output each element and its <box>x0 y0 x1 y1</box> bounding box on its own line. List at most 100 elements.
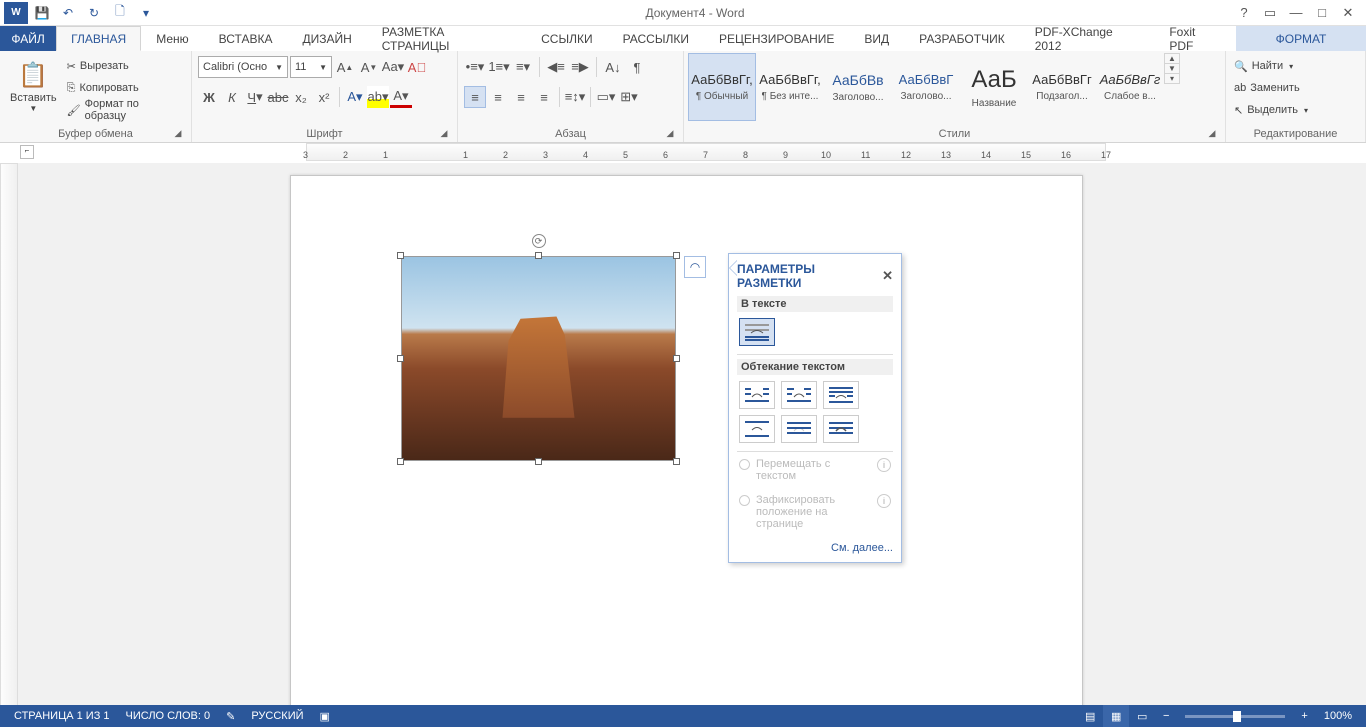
tab-developer[interactable]: РАЗРАБОТЧИК <box>904 26 1020 51</box>
zoom-level[interactable]: 100% <box>1316 705 1360 727</box>
highlight-button[interactable]: ab▾ <box>367 86 389 108</box>
ribbon-options-button[interactable]: ▭ <box>1258 2 1282 24</box>
tab-insert[interactable]: ВСТАВКА <box>204 26 288 51</box>
resize-handle-bm[interactable] <box>535 458 542 465</box>
close-button[interactable]: ✕ <box>1336 2 1360 24</box>
status-language[interactable]: РУССКИЙ <box>243 705 311 727</box>
italic-button[interactable]: К <box>221 86 243 108</box>
new-doc-button[interactable]: 🗋 <box>108 2 132 24</box>
wrap-behind[interactable] <box>781 415 817 443</box>
styles-scroll[interactable]: ▲▼▾ <box>1164 53 1180 84</box>
style-subtle[interactable]: АаБбВвГгСлабое в... <box>1096 53 1164 121</box>
grow-font-button[interactable]: A▲ <box>334 56 356 78</box>
document-area[interactable]: ⟳ ◠ ПАРАМЕТРЫ РАЗМЕТКИ✕ В тексте Обтекан… <box>18 163 1366 709</box>
info-icon[interactable]: i <box>877 494 891 508</box>
text-effects-button[interactable]: A▾ <box>344 86 366 108</box>
view-print-button[interactable]: ▦ <box>1103 705 1129 727</box>
wrap-tight[interactable] <box>781 381 817 409</box>
paste-button[interactable]: 📋 Вставить ▼ <box>4 53 63 121</box>
wrap-front[interactable] <box>823 415 859 443</box>
minimize-button[interactable]: — <box>1284 2 1308 24</box>
sort-button[interactable]: A↓ <box>602 56 624 78</box>
tab-layout[interactable]: РАЗМЕТКА СТРАНИЦЫ <box>367 26 526 51</box>
para-launcher[interactable]: ◢ <box>663 128 677 142</box>
tab-home[interactable]: ГЛАВНАЯ <box>56 26 141 51</box>
replace-button[interactable]: abЗаменить <box>1230 77 1312 99</box>
strike-button[interactable]: abc <box>267 86 289 108</box>
rotate-handle[interactable]: ⟳ <box>532 234 546 248</box>
bold-button[interactable]: Ж <box>198 86 220 108</box>
subscript-button[interactable]: x₂ <box>290 86 312 108</box>
tab-review[interactable]: РЕЦЕНЗИРОВАНИЕ <box>704 26 849 51</box>
clipboard-launcher[interactable]: ◢ <box>171 128 185 142</box>
numbering-button[interactable]: 1≡▾ <box>488 56 510 78</box>
copy-button[interactable]: ⎘Копировать <box>63 77 187 99</box>
wrap-topbottom[interactable] <box>739 415 775 443</box>
resize-handle-tr[interactable] <box>673 252 680 259</box>
styles-gallery[interactable]: АаБбВвГг,¶ Обычный АаБбВвГг,¶ Без инте..… <box>688 53 1164 121</box>
layout-options-button[interactable]: ◠ <box>684 256 706 278</box>
zoom-out-button[interactable]: − <box>1155 705 1177 727</box>
status-page[interactable]: СТРАНИЦА 1 ИЗ 1 <box>6 705 118 727</box>
wrap-square[interactable] <box>739 381 775 409</box>
zoom-slider[interactable] <box>1185 715 1285 718</box>
increase-indent-button[interactable]: ≡▶ <box>569 56 591 78</box>
status-words[interactable]: ЧИСЛО СЛОВ: 0 <box>118 705 219 727</box>
styles-launcher[interactable]: ◢ <box>1205 128 1219 142</box>
save-button[interactable]: 💾 <box>30 2 54 24</box>
undo-button[interactable]: ↶ <box>56 2 80 24</box>
zoom-in-button[interactable]: + <box>1293 705 1315 727</box>
resize-handle-ml[interactable] <box>397 355 404 362</box>
decrease-indent-button[interactable]: ◀≡ <box>545 56 567 78</box>
shading-button[interactable]: ▭▾ <box>595 86 617 108</box>
cut-button[interactable]: ✂Вырезать <box>63 55 187 77</box>
font-name-combo[interactable]: Calibri (Осно▼ <box>198 56 288 78</box>
resize-handle-tm[interactable] <box>535 252 542 259</box>
word-icon[interactable]: W <box>4 2 28 24</box>
resize-handle-br[interactable] <box>673 458 680 465</box>
underline-button[interactable]: Ч▾ <box>244 86 266 108</box>
tab-references[interactable]: ССЫЛКИ <box>526 26 607 51</box>
tab-foxit[interactable]: Foxit PDF <box>1154 26 1236 51</box>
select-button[interactable]: ↖Выделить▾ <box>1230 99 1312 121</box>
align-right-button[interactable]: ≡ <box>510 86 532 108</box>
style-heading2[interactable]: АаБбВвГЗаголово... <box>892 53 960 121</box>
font-color-button[interactable]: A▾ <box>390 86 412 108</box>
status-macro[interactable]: ▣ <box>312 705 338 727</box>
bullets-button[interactable]: •≡▾ <box>464 56 486 78</box>
style-nospacing[interactable]: АаБбВвГг,¶ Без инте... <box>756 53 824 121</box>
info-icon[interactable]: i <box>877 458 891 472</box>
resize-handle-bl[interactable] <box>397 458 404 465</box>
resize-handle-mr[interactable] <box>673 355 680 362</box>
font-launcher[interactable]: ◢ <box>437 128 451 142</box>
clear-format-button[interactable]: A⃠ <box>406 56 428 78</box>
resize-handle-tl[interactable] <box>397 252 404 259</box>
line-spacing-button[interactable]: ≡↕▾ <box>564 86 586 108</box>
help-button[interactable]: ? <box>1232 2 1256 24</box>
view-web-button[interactable]: ▭ <box>1129 705 1155 727</box>
align-center-button[interactable]: ≡ <box>487 86 509 108</box>
font-size-combo[interactable]: 11▼ <box>290 56 332 78</box>
style-title[interactable]: АаБНазвание <box>960 53 1028 121</box>
tab-format[interactable]: ФОРМАТ <box>1236 26 1366 51</box>
selected-image[interactable]: ⟳ ◠ <box>401 256 676 461</box>
tab-view[interactable]: ВИД <box>849 26 904 51</box>
view-read-button[interactable]: ▤ <box>1077 705 1103 727</box>
change-case-button[interactable]: Aa▾ <box>382 56 404 78</box>
justify-button[interactable]: ≡ <box>533 86 555 108</box>
superscript-button[interactable]: x² <box>313 86 335 108</box>
file-tab[interactable]: ФАЙЛ <box>0 26 56 51</box>
wrap-inline[interactable] <box>739 318 775 346</box>
tab-menu[interactable]: Меню <box>141 26 203 51</box>
show-marks-button[interactable]: ¶ <box>626 56 648 78</box>
style-normal[interactable]: АаБбВвГг,¶ Обычный <box>688 53 756 121</box>
redo-button[interactable]: ↻ <box>82 2 106 24</box>
status-proofing[interactable]: ✎ <box>218 705 243 727</box>
style-subtitle[interactable]: АаБбВвГгПодзагол... <box>1028 53 1096 121</box>
shrink-font-button[interactable]: A▼ <box>358 56 380 78</box>
popup-close-button[interactable]: ✕ <box>882 268 893 284</box>
find-button[interactable]: 🔍Найти▾ <box>1230 55 1312 77</box>
tab-mailings[interactable]: РАССЫЛКИ <box>608 26 704 51</box>
multilevel-button[interactable]: ≡▾ <box>512 56 534 78</box>
wrap-through[interactable] <box>823 381 859 409</box>
